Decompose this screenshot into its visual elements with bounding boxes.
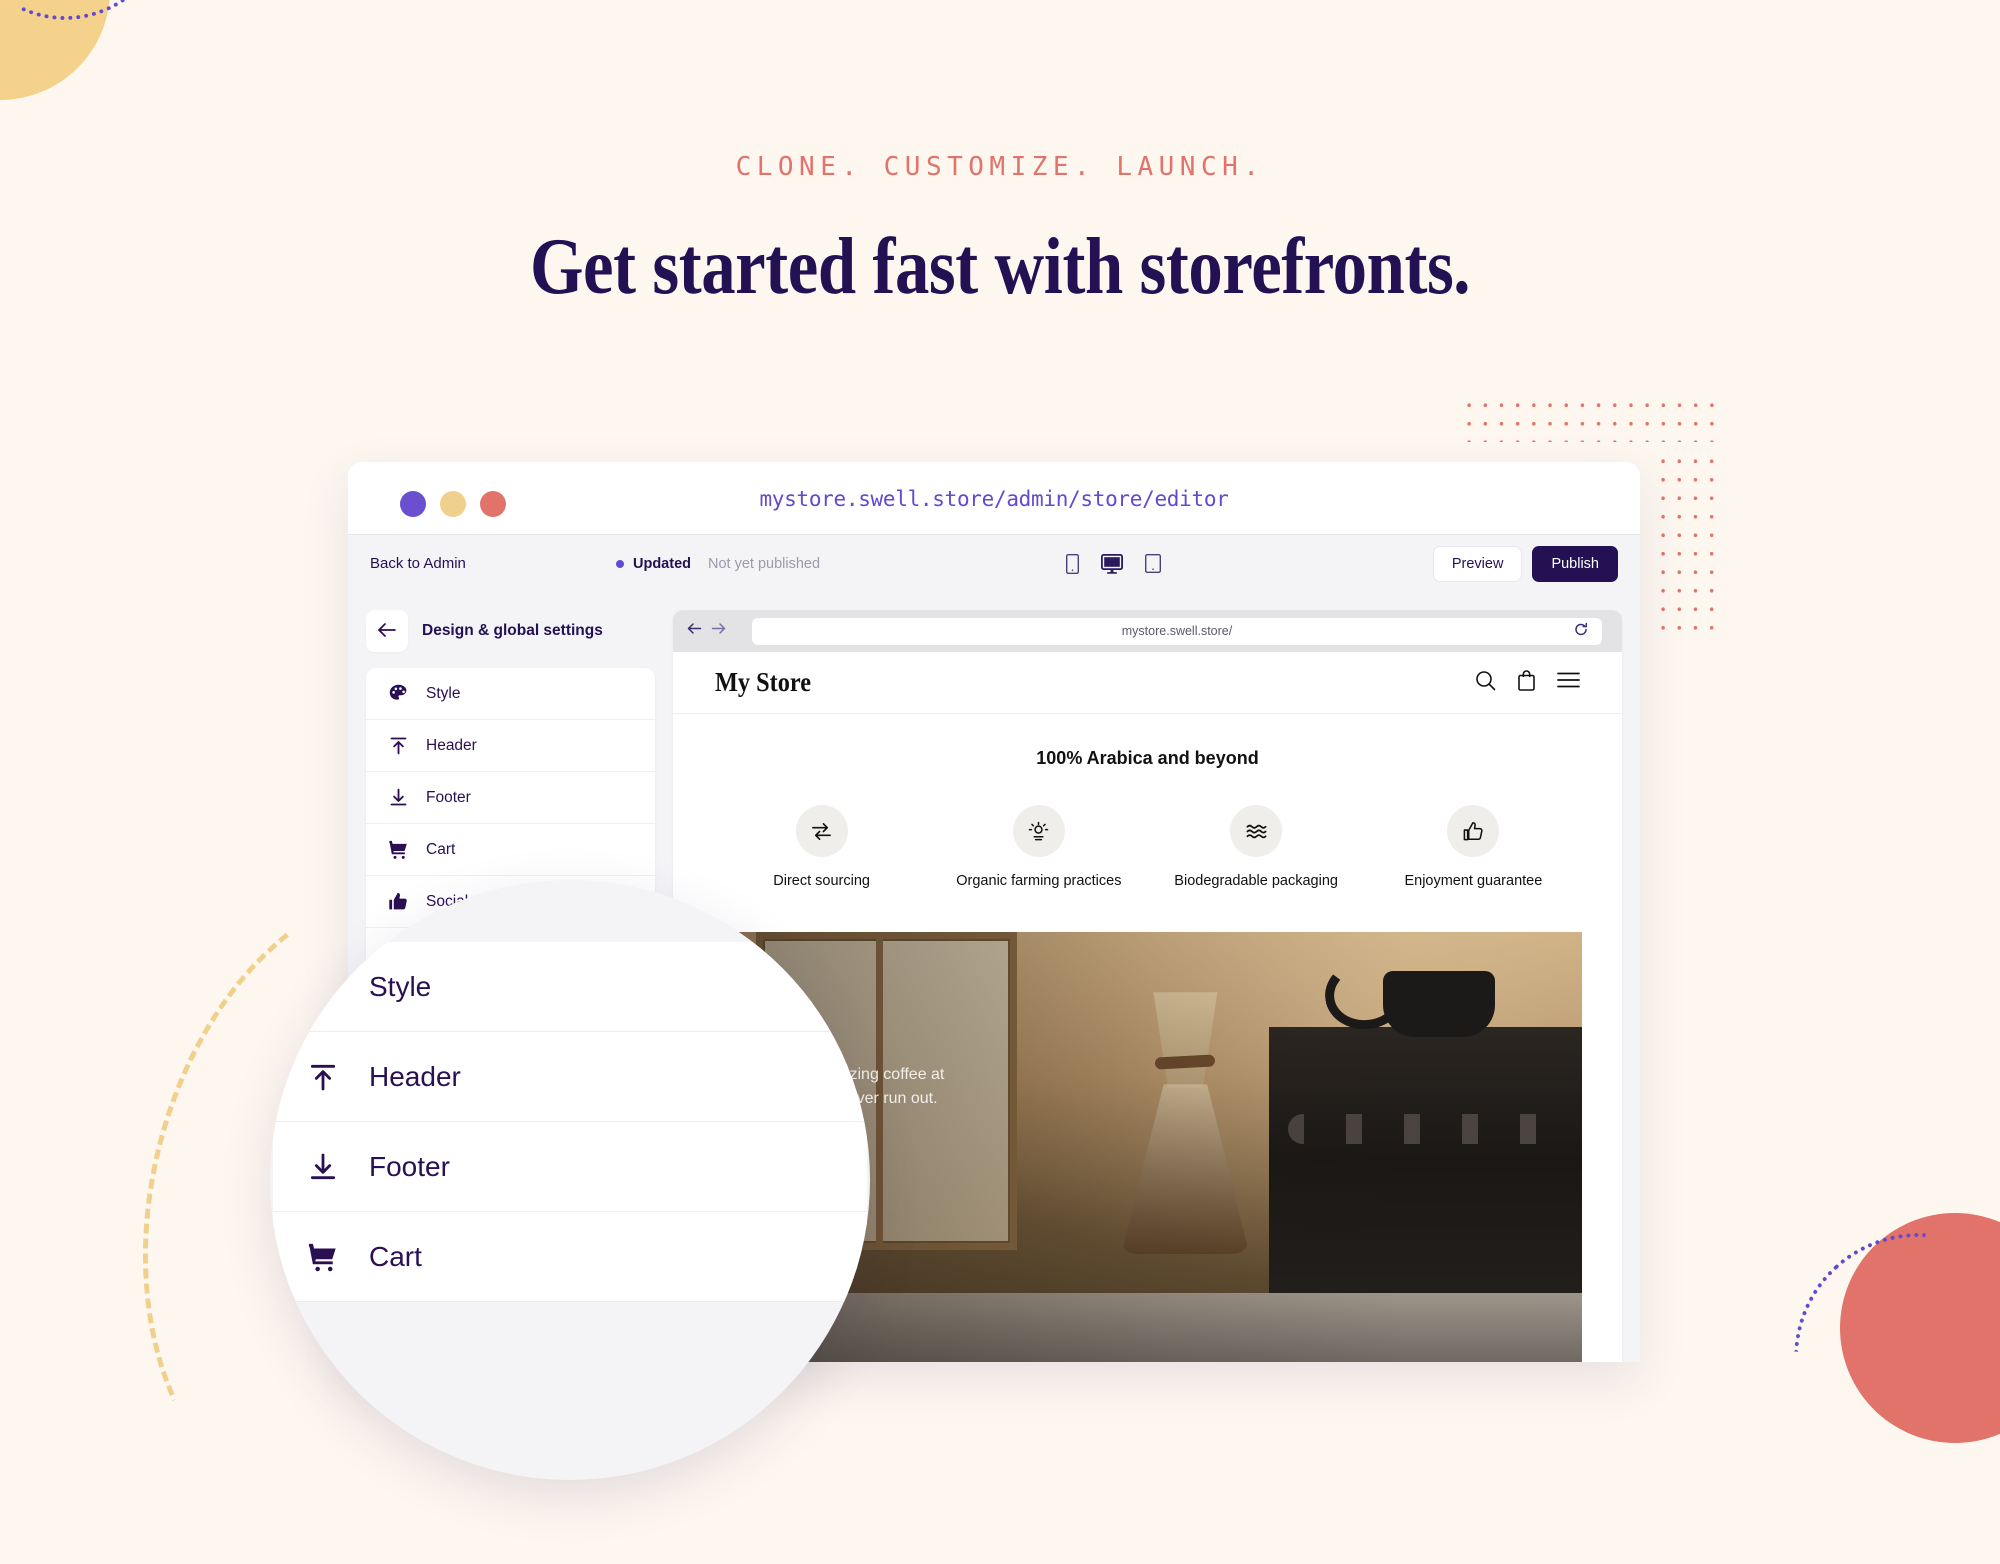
feature-label: Enjoyment guarantee [1404, 873, 1543, 889]
store-header-icons [1475, 669, 1580, 696]
preview-address-text: mystore.swell.store/ [1121, 624, 1233, 638]
palette-icon [307, 971, 339, 1003]
bag-icon[interactable] [1518, 669, 1535, 696]
desktop-icon[interactable] [1101, 553, 1123, 574]
store-tagline: 100% Arabica and beyond [1036, 748, 1259, 768]
feature-label: Direct sourcing [773, 873, 870, 889]
browser-chrome: mystore.swell.store/admin/store/editor [348, 462, 1640, 534]
status-dot-icon [616, 559, 624, 568]
eyebrow-text: CLONE. CUSTOMIZE. LAUNCH. [735, 152, 1265, 182]
purple-dotted-arc-bottom-right [1742, 1181, 2000, 1535]
magnified-item-header[interactable]: Header [273, 1032, 867, 1122]
sun-icon [1012, 805, 1065, 857]
status-badge: Updated [633, 555, 691, 572]
feature-direct-sourcing: Direct sourcing [727, 805, 917, 892]
sidebar-item-style[interactable]: Style [366, 668, 655, 720]
arrow-down-to-line-icon [388, 787, 409, 808]
status-group: Updated Not yet published [616, 556, 820, 572]
preview-nav-buttons [687, 622, 726, 640]
arrow-down-to-line-icon [307, 1151, 339, 1183]
menu-icon[interactable] [1557, 672, 1580, 693]
swap-arrows-icon [795, 805, 848, 857]
sidebar-item-cart[interactable]: Cart [366, 824, 655, 876]
arrow-left-icon [377, 622, 397, 641]
preview-urlbar: mystore.swell.store/ [673, 610, 1622, 652]
feature-label: Biodegradable packaging [1174, 873, 1338, 889]
sidebar-item-label: Header [426, 736, 477, 754]
purple-dotted-arc-top-left [0, 0, 198, 48]
preview-address-bar[interactable]: mystore.swell.store/ [752, 617, 1602, 645]
browser-address-text[interactable]: mystore.swell.store/admin/store/editor [348, 487, 1640, 511]
palette-icon [388, 683, 409, 704]
editor-topbar: Back to Admin Updated Not yet published [348, 534, 1640, 592]
store-header: My Store [673, 652, 1622, 714]
yellow-circle-decoration [0, 0, 110, 100]
magnified-item-label: Header [369, 1060, 461, 1092]
feature-label: Organic farming practices [956, 873, 1122, 889]
feature-organic-farming: Organic farming practices [944, 805, 1134, 892]
coral-circle-decoration [1840, 1213, 2000, 1443]
magnified-item-cart[interactable]: Cart [273, 1212, 867, 1302]
shopping-cart-icon [388, 839, 409, 860]
topbar-actions: Preview Publish [1432, 545, 1618, 582]
sidebar-item-label: Footer [426, 788, 471, 806]
store-features-row: Direct sourcing Organic farming practice… [673, 769, 1622, 892]
sidebar-item-label: Style [426, 684, 461, 702]
magnifier-content: Style Header Footer Cart [273, 942, 867, 1302]
thumbs-up-icon [388, 891, 409, 912]
back-arrow-button[interactable] [366, 610, 408, 652]
sidebar-header: Design & global settings [366, 610, 655, 652]
magnified-item-label: Cart [369, 1240, 422, 1272]
red-dot-grid-top [1461, 396, 1721, 442]
arrow-left-icon[interactable] [687, 622, 702, 640]
device-preview-switcher [1066, 553, 1161, 574]
waves-icon [1230, 805, 1283, 857]
feature-enjoyment-guarantee: Enjoyment guarantee [1378, 805, 1568, 892]
thumbs-up-icon [1447, 805, 1500, 857]
magnified-item-style[interactable]: Style [273, 942, 867, 1032]
store-name: My Store [715, 667, 812, 697]
magnified-item-footer[interactable]: Footer [273, 1122, 867, 1212]
page-title: Get started fast with storefronts. [529, 223, 1471, 311]
sidebar-item-header[interactable]: Header [366, 720, 655, 772]
mobile-icon[interactable] [1066, 553, 1079, 574]
sidebar-title: Design & global settings [422, 622, 603, 639]
reload-icon[interactable] [1574, 622, 1588, 640]
preview-button[interactable]: Preview [1432, 545, 1523, 582]
feature-biodegradable-packaging: Biodegradable packaging [1161, 805, 1351, 892]
magnified-sidebar-list: Style Header Footer Cart [273, 942, 867, 1302]
tablet-icon[interactable] [1145, 554, 1161, 573]
publish-state-text: Not yet published [708, 555, 821, 572]
red-dot-grid-side [1655, 452, 1721, 642]
sidebar-item-footer[interactable]: Footer [366, 772, 655, 824]
magnified-item-label: Style [369, 970, 432, 1002]
arrow-up-to-line-icon [307, 1061, 339, 1093]
shopping-cart-icon [307, 1241, 339, 1273]
publish-button[interactable]: Publish [1532, 545, 1618, 582]
arrow-up-to-line-icon [388, 735, 409, 756]
search-icon[interactable] [1475, 670, 1496, 696]
magnifier-overlay: Style Header Footer Cart [270, 880, 870, 1480]
back-to-admin-link[interactable]: Back to Admin [370, 555, 466, 572]
sidebar-item-label: Cart [426, 840, 456, 858]
magnified-item-label: Footer [369, 1150, 450, 1182]
arrow-right-icon[interactable] [711, 622, 726, 640]
